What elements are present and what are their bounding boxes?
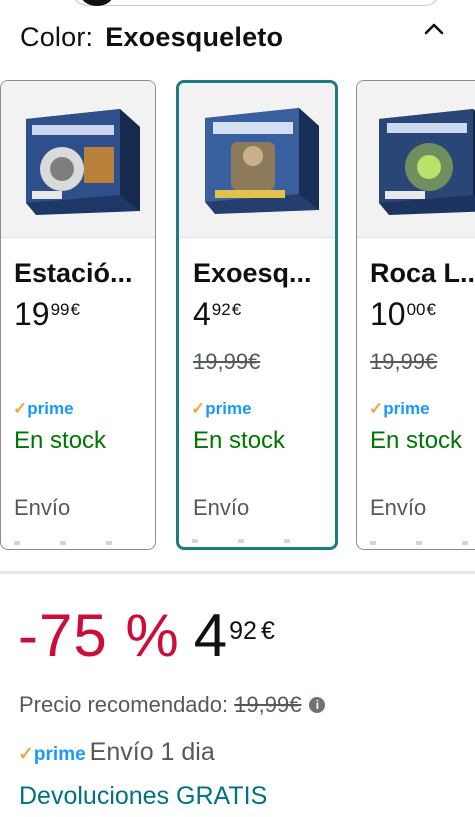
option-name: Roca L... xyxy=(370,258,475,288)
price-currency: € xyxy=(426,300,436,319)
deal-price-fraction: 92 xyxy=(229,617,257,645)
variation-option-card[interactable]: Roca L... 10 00 € 19,99€ ✓prime En stock E… xyxy=(356,80,475,550)
truncated-text-dots xyxy=(14,541,134,545)
prime-label: prime xyxy=(27,399,74,418)
prime-label: prime xyxy=(383,399,430,418)
product-image xyxy=(179,83,335,238)
price-fraction: 00 xyxy=(406,300,426,319)
prime-label: prime xyxy=(33,744,86,765)
variation-option-card-selected[interactable]: Exoesq... 4 92 € 19,99€ ✓prime En stock En… xyxy=(176,80,338,550)
price-currency: € xyxy=(70,300,80,319)
info-icon[interactable]: i xyxy=(309,697,326,713)
list-price: 19,99€ xyxy=(193,349,261,374)
prime-check-icon: ✓ xyxy=(191,399,206,418)
list-price: 19,99€ xyxy=(370,349,438,374)
option-name: Estació... xyxy=(14,258,133,288)
prime-badge: ✓prime xyxy=(13,399,155,419)
truncated-text-dots xyxy=(370,541,475,545)
search-bar[interactable] xyxy=(70,0,442,6)
prime-check-icon: ✓ xyxy=(18,744,34,765)
deal-price-currency: € xyxy=(260,617,275,645)
stock-status: En stock xyxy=(14,427,107,454)
recommended-price: Precio recomendado: 19,99€ i xyxy=(19,692,326,718)
prime-check-icon: ✓ xyxy=(13,399,28,418)
recommended-price-label: Precio recomendado: xyxy=(19,692,229,717)
variation-options-carousel[interactable]: Estació... 19 99 € ✓prime En stock Envío E… xyxy=(0,78,475,553)
variation-option-card[interactable]: Estació... 19 99 € ✓prime En stock Envío xyxy=(0,80,156,550)
shipping-label: Envío xyxy=(193,495,250,520)
variation-header: Color: Exoesqueleto xyxy=(20,22,283,53)
prime-delivery: ✓prime Envío 1 dia xyxy=(18,738,215,767)
deal-price: -75 % 4 92 € xyxy=(18,603,275,669)
price-whole: 4 xyxy=(193,296,211,332)
option-price: 4 92 € xyxy=(193,297,335,331)
list-price xyxy=(14,349,155,375)
shipping-label: Envío xyxy=(14,495,71,520)
prime-badge: ✓prime xyxy=(369,399,475,419)
chevron-up-icon[interactable] xyxy=(419,14,449,44)
recommended-price-value: 19,99€ xyxy=(234,692,302,717)
delivery-text: Envío 1 dia xyxy=(89,738,215,766)
prime-check-icon: ✓ xyxy=(369,399,384,418)
variation-selected-value: Exoesqueleto xyxy=(105,22,284,52)
free-returns-link[interactable]: Devoluciones GRATIS xyxy=(19,782,267,811)
stock-status: En stock xyxy=(370,427,463,454)
prime-badge: ✓prime xyxy=(18,743,86,766)
truncated-text-dots xyxy=(192,539,312,543)
option-name: Exoesq... xyxy=(193,258,312,288)
prime-label: prime xyxy=(205,399,252,418)
deal-price-whole: 4 xyxy=(193,602,228,669)
stock-status: En stock xyxy=(193,427,286,454)
shipping-label: Envío xyxy=(370,495,427,520)
product-image xyxy=(357,81,475,238)
section-divider xyxy=(0,571,475,574)
product-image xyxy=(1,81,155,238)
price-fraction: 92 xyxy=(211,300,231,319)
variation-label: Color: xyxy=(20,22,94,52)
price-whole: 19 xyxy=(14,296,50,332)
price-fraction: 99 xyxy=(50,300,70,319)
option-price: 10 00 € xyxy=(370,297,475,331)
option-price: 19 99 € xyxy=(14,297,155,331)
prime-badge: ✓prime xyxy=(191,399,335,419)
discount-percentage: -75 % xyxy=(18,602,180,669)
price-whole: 10 xyxy=(370,296,406,332)
price-currency: € xyxy=(231,300,242,319)
